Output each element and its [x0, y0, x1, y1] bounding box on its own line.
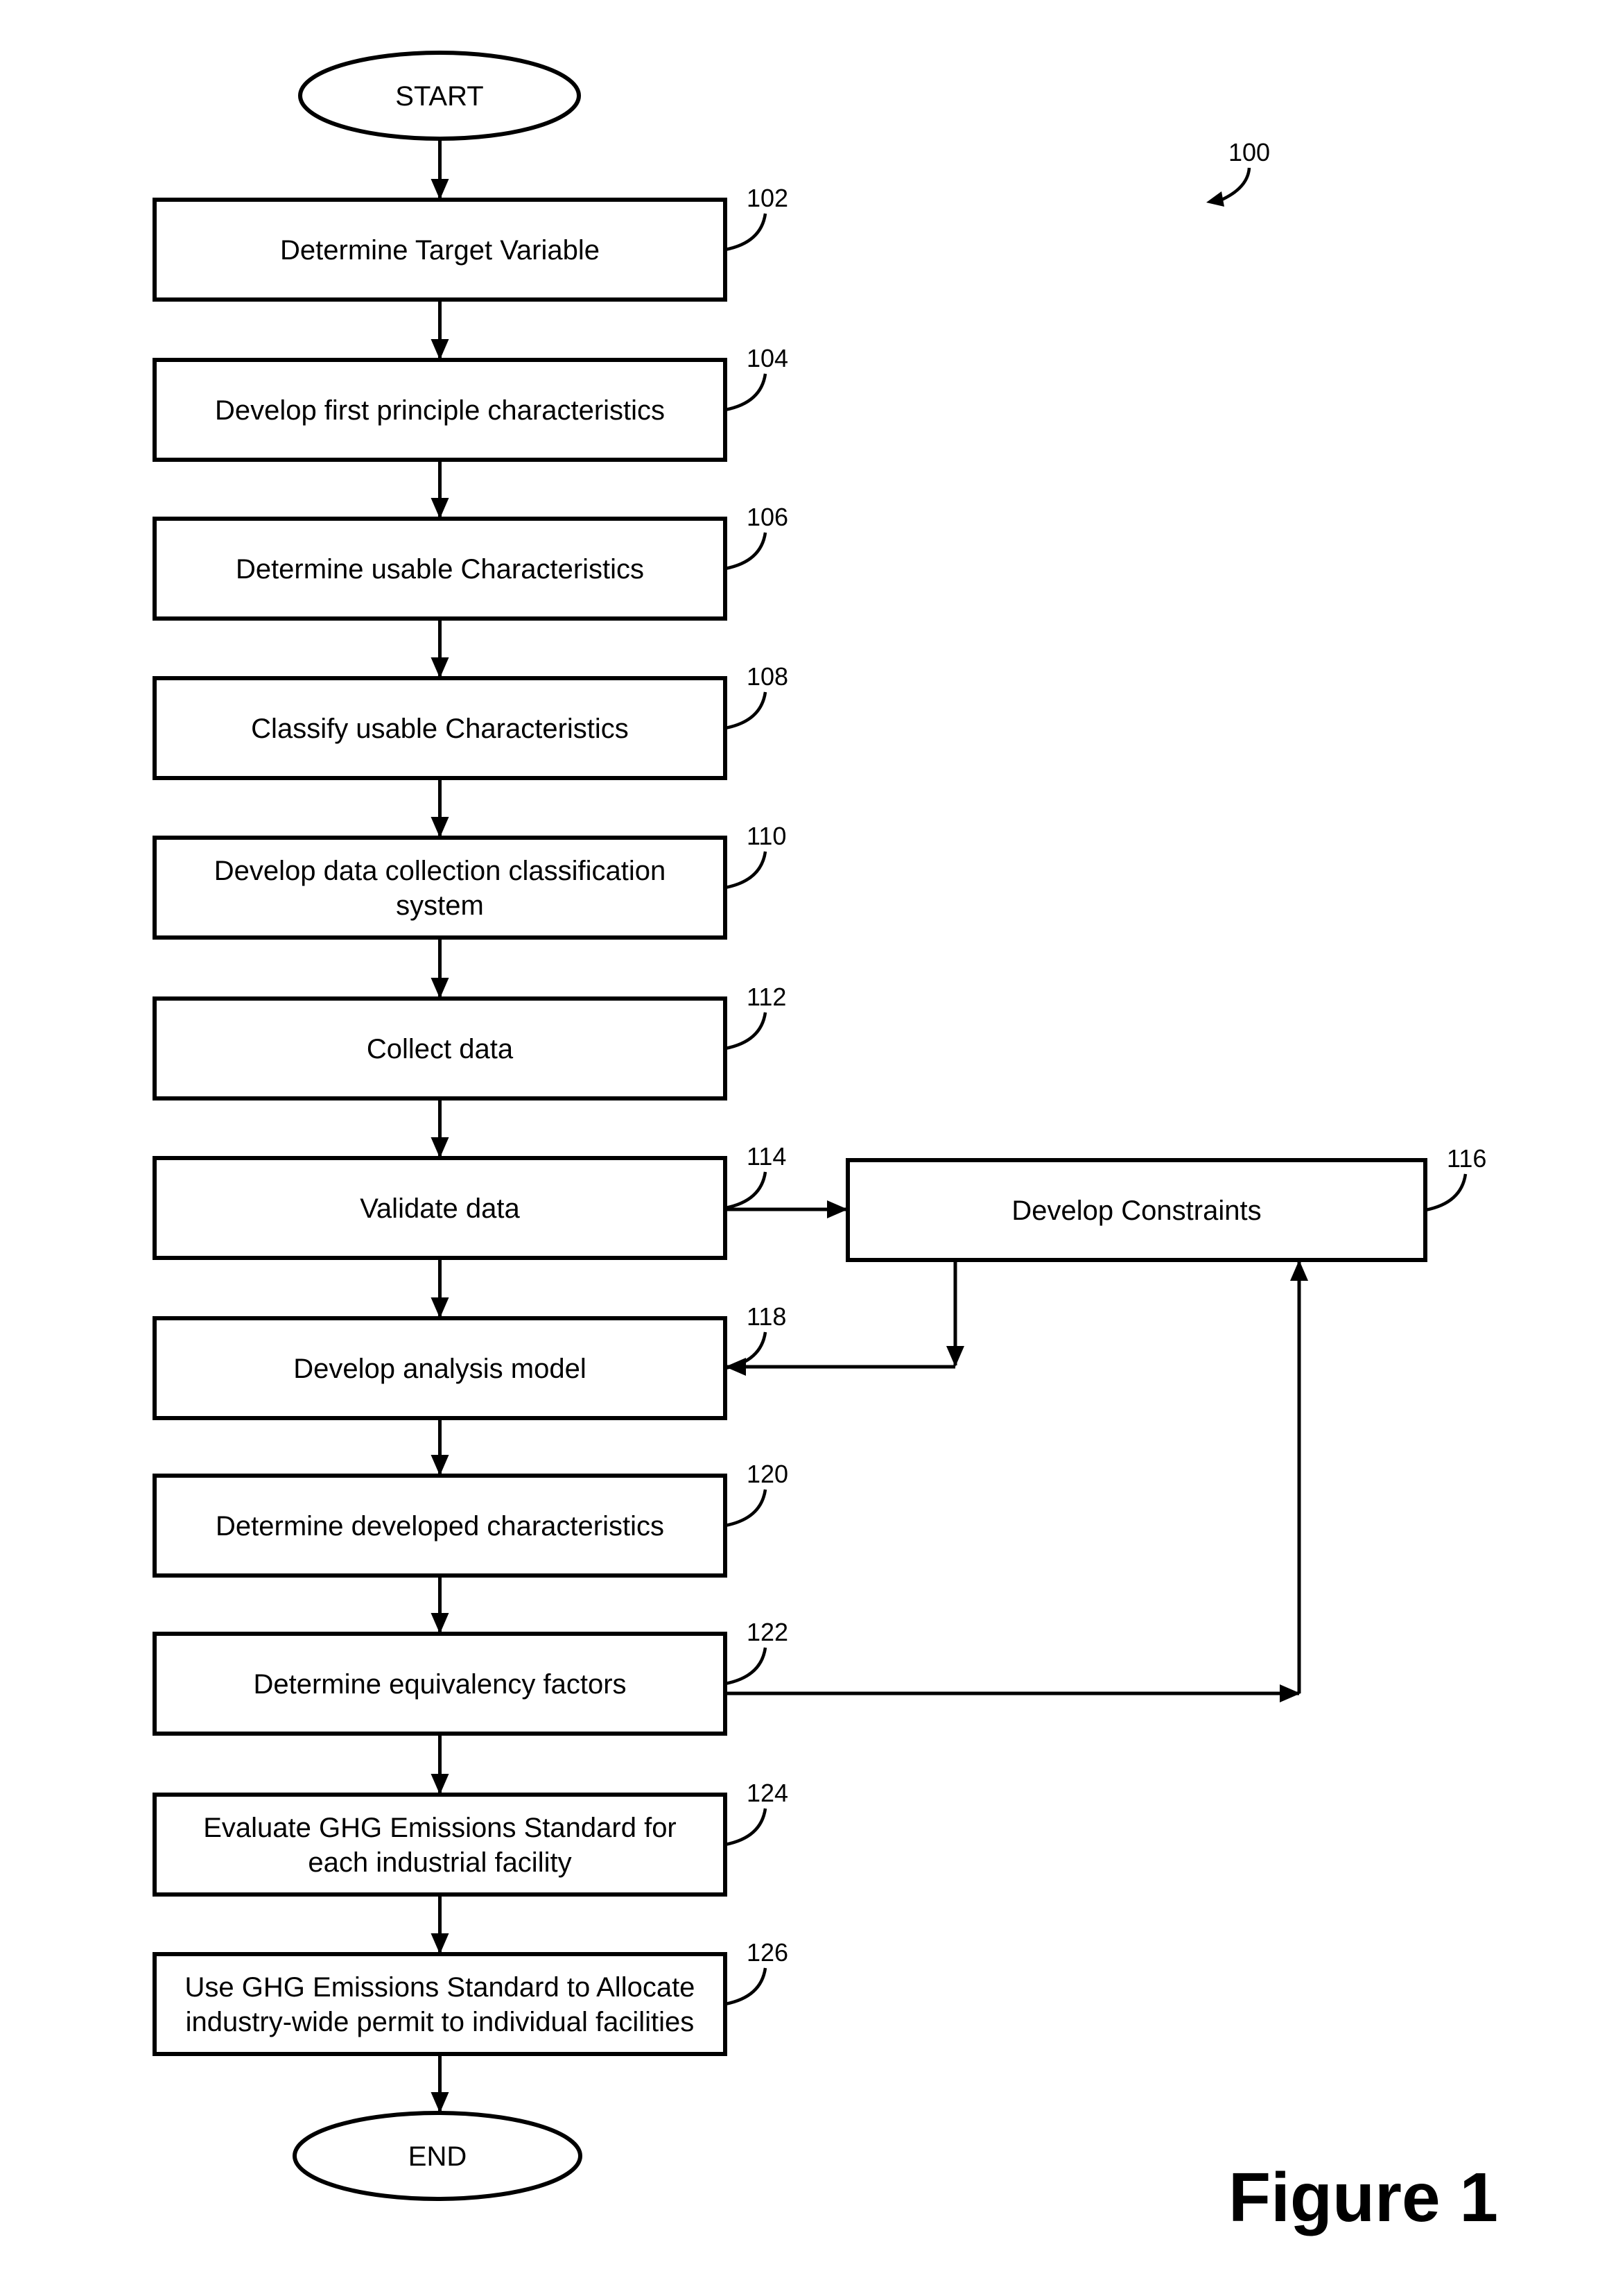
figure-reference-number: 100: [1228, 138, 1270, 166]
reference-leader: [724, 691, 767, 730]
reference-leader: [724, 1647, 767, 1686]
step-label: system: [396, 890, 484, 921]
reference-leader: [724, 851, 767, 890]
step-label: Develop first principle characteristics: [215, 395, 665, 426]
reference-leader: [724, 1489, 767, 1528]
step-label: Classify usable Characteristics: [251, 714, 629, 744]
step-label: Develop analysis model: [293, 1354, 586, 1384]
reference-number: 116: [1447, 1144, 1486, 1173]
reference-leader: [724, 213, 767, 252]
step-label: Develop data collection classification: [214, 856, 666, 886]
reference-leader: [724, 1967, 767, 2006]
reference-arrow: [1218, 167, 1251, 203]
step-label: Determine Target Variable: [280, 235, 600, 266]
reference-leader: [724, 1808, 767, 1847]
arrowhead-icon: [725, 1358, 746, 1376]
step-label: Determine equivalency factors: [253, 1669, 626, 1700]
arrowhead-icon: [827, 1200, 848, 1218]
step-box: [153, 1793, 727, 1897]
reference-leader: [724, 532, 767, 571]
step-box: [153, 1952, 727, 2056]
reference-leader: [724, 1171, 767, 1210]
arrowhead-icon: [946, 1346, 964, 1367]
arrowhead-icon: [431, 657, 449, 678]
reference-number: 112: [747, 983, 786, 1011]
reference-number: 122: [747, 1618, 788, 1646]
step-label: Determine developed characteristics: [216, 1511, 664, 1542]
reference-number: 104: [747, 344, 788, 372]
reference-leader: [1425, 1173, 1468, 1212]
step-label: industry-wide permit to individual facil…: [186, 2007, 695, 2037]
arrowhead-icon: [431, 2092, 449, 2113]
arrowhead-icon: [431, 1297, 449, 1318]
reference-number: 110: [747, 822, 786, 850]
reference-number: 114: [747, 1142, 786, 1171]
arrowhead-icon: [431, 1455, 449, 1476]
end-label: END: [408, 2141, 467, 2172]
step-label: Determine usable Characteristics: [236, 554, 644, 585]
arrowhead-icon: [431, 179, 449, 200]
arrowhead-icon: [431, 339, 449, 360]
reference-number: 120: [747, 1460, 788, 1488]
step-label: Validate data: [360, 1193, 520, 1224]
reference-leader: [724, 1012, 767, 1051]
reference-number: 106: [747, 503, 788, 531]
step-label: Evaluate GHG Emissions Standard for: [203, 1813, 677, 1843]
arrowhead-icon: [431, 817, 449, 838]
step-110: [153, 836, 727, 940]
arrowhead-icon: [431, 978, 449, 999]
reference-number: 124: [747, 1779, 788, 1807]
arrowhead-icon: [431, 498, 449, 519]
arrowhead-icon: [431, 1613, 449, 1634]
arrowhead-icon: [431, 1137, 449, 1158]
reference-number: 108: [747, 662, 788, 691]
figure-caption: Figure 1: [1228, 2159, 1498, 2236]
reference-number: 118: [747, 1302, 786, 1331]
step-label: each industrial facility: [308, 1847, 571, 1878]
start-label: START: [395, 81, 483, 112]
step-label: Develop Constraints: [1011, 1196, 1261, 1226]
arrowhead-icon: [1290, 1260, 1308, 1281]
reference-leader: [724, 373, 767, 412]
step-126: [153, 1952, 727, 2056]
flowchart: START Determine Target Variable 102 Develop…: [153, 51, 1498, 2236]
arrowhead-icon: [431, 1933, 449, 1954]
step-box: [153, 836, 727, 940]
step-124: [153, 1793, 727, 1897]
arrowhead-icon: [1206, 191, 1224, 207]
step-label: Collect data: [367, 1034, 514, 1064]
reference-number: 102: [747, 184, 788, 212]
step-label: Use GHG Emissions Standard to Allocate: [185, 1972, 695, 2003]
arrowhead-icon: [431, 1774, 449, 1795]
reference-number: 126: [747, 1938, 788, 1967]
